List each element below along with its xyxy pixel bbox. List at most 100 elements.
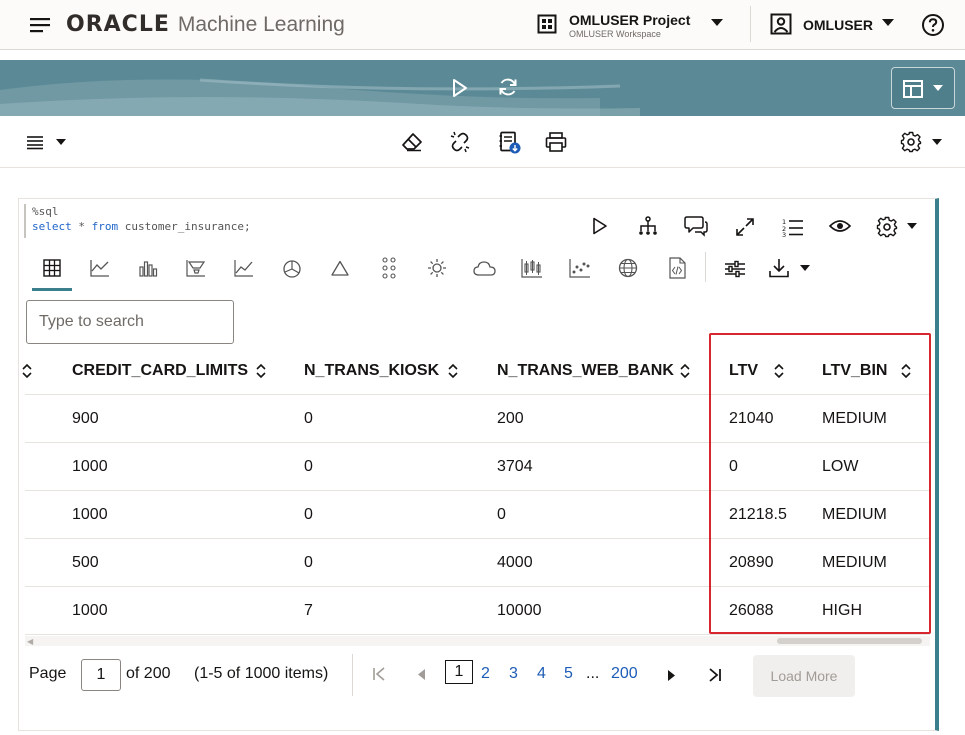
toolbar-divider — [705, 252, 706, 282]
chevron-down-icon[interactable] — [56, 139, 66, 146]
pie-chart-icon[interactable] — [282, 258, 302, 278]
current-page[interactable]: 1 — [445, 660, 473, 684]
table-cell: 0 — [304, 458, 313, 475]
table-cell: 0 — [497, 506, 506, 523]
table-cell: 7 — [304, 602, 313, 619]
list-menu-icon[interactable] — [26, 134, 44, 150]
table-cell: 10000 — [497, 602, 542, 619]
next-page-icon[interactable] — [667, 670, 675, 681]
workspace-name: OMLUSER Workspace — [569, 29, 661, 39]
sunburst-chart-icon[interactable] — [427, 258, 447, 278]
chevron-down-icon — [711, 19, 723, 27]
page-link[interactable]: 2 — [481, 665, 490, 683]
page-link[interactable]: 3 — [509, 665, 518, 683]
settings-sliders-icon[interactable] — [724, 260, 746, 278]
table-cell: 1000 — [72, 602, 108, 619]
run-all-icon[interactable] — [451, 78, 469, 98]
chevron-down-icon[interactable] — [907, 223, 917, 230]
code-star: * — [71, 220, 92, 233]
settings-gear-icon[interactable] — [900, 131, 922, 153]
pager-divider — [352, 654, 353, 696]
search-input[interactable] — [26, 300, 234, 344]
oracle-logo-text: ORACLE — [66, 12, 170, 37]
previous-page-icon[interactable] — [418, 669, 426, 680]
table-cell: 900 — [72, 410, 99, 427]
funnel-chart-icon[interactable] — [186, 259, 206, 277]
page-number-input[interactable] — [81, 659, 121, 691]
column-header-n-trans-kiosk[interactable]: N_TRANS_KIOSK — [304, 347, 439, 395]
custom-code-icon[interactable] — [668, 257, 686, 279]
boxplot-chart-icon[interactable] — [521, 258, 543, 278]
page-label: Page — [29, 665, 67, 682]
svg-text:3: 3 — [782, 231, 786, 237]
page-link[interactable]: 4 — [537, 665, 546, 683]
unlink-icon[interactable] — [449, 131, 471, 153]
sort-icon[interactable] — [679, 363, 691, 379]
line-numbers-icon[interactable]: 123 — [782, 217, 804, 237]
scrollbar-thumb[interactable] — [777, 638, 922, 644]
project-name: OMLUSER Project — [569, 12, 691, 28]
chevron-down-icon — [933, 85, 943, 92]
table-cell: 1000 — [72, 458, 108, 475]
sort-icon[interactable] — [447, 363, 459, 379]
area-chart-icon[interactable] — [234, 259, 254, 277]
table-view-icon[interactable] — [43, 259, 61, 277]
pyramid-chart-icon[interactable] — [331, 260, 349, 276]
table-cell: 500 — [72, 554, 99, 571]
pagination: Page of 200 (1-5 of 1000 items) 1 2 3 4 … — [19, 648, 936, 708]
visibility-eye-icon[interactable] — [829, 219, 851, 233]
table-cell: 200 — [497, 410, 524, 427]
code-line-1: %sql — [32, 205, 59, 218]
scatter-chart-icon[interactable] — [569, 258, 591, 278]
brand-logo[interactable]: ORACLE Machine Learning — [66, 12, 345, 37]
load-more-button[interactable]: Load More — [753, 655, 855, 697]
expand-icon[interactable] — [735, 217, 755, 237]
export-notebook-icon[interactable] — [498, 131, 522, 155]
header-divider — [750, 6, 751, 42]
scroll-left-arrow-icon[interactable]: ◀ — [27, 637, 33, 646]
horizontal-scrollbar[interactable]: ◀ — [25, 636, 930, 646]
table-cell: 0 — [304, 554, 313, 571]
line-chart-icon[interactable] — [90, 259, 110, 277]
table-cell: 0 — [304, 506, 313, 523]
last-page-icon[interactable] — [708, 667, 722, 683]
sort-icon[interactable] — [255, 363, 267, 379]
first-page-icon[interactable] — [372, 666, 386, 682]
comments-icon[interactable] — [684, 215, 708, 237]
page-link[interactable]: 5 — [564, 665, 573, 683]
chevron-down-icon[interactable] — [932, 139, 942, 146]
column-header-credit-card-limits[interactable]: CREDIT_CARD_LIMITS — [72, 347, 248, 395]
last-page-link[interactable]: 200 — [611, 665, 638, 683]
page-ellipsis: ... — [586, 665, 600, 682]
banner-wave-decoration — [0, 78, 640, 116]
dependency-tree-icon[interactable] — [638, 216, 658, 236]
cloud-chart-icon[interactable] — [473, 259, 497, 277]
globe-map-icon[interactable] — [618, 258, 638, 278]
notebook-toolbar — [0, 118, 965, 168]
ltv-columns-highlight — [709, 333, 931, 634]
table-cell: 4000 — [497, 554, 533, 571]
active-view-indicator — [32, 288, 72, 291]
user-name: OMLUSER — [803, 17, 873, 33]
project-grid-icon — [537, 14, 557, 34]
hamburger-menu-icon[interactable] — [28, 14, 52, 36]
download-icon[interactable] — [768, 258, 790, 278]
refresh-icon[interactable] — [497, 76, 519, 98]
column-header-n-trans-web-bank[interactable]: N_TRANS_WEB_BANK — [497, 347, 674, 395]
scatter-dots-icon[interactable] — [380, 257, 398, 279]
product-name: Machine Learning — [177, 13, 345, 36]
paragraph-settings-icon[interactable] — [876, 216, 898, 238]
table-cell: 0 — [304, 410, 313, 427]
code-table-name: customer_insurance; — [118, 220, 251, 233]
code-editor[interactable]: %sql select * from customer_insurance; — [24, 204, 324, 238]
code-keyword-select: select — [32, 220, 72, 233]
run-paragraph-icon[interactable] — [592, 217, 608, 235]
project-selector[interactable]: OMLUSER Project OMLUSER Workspace — [537, 10, 737, 42]
eraser-icon[interactable] — [401, 132, 423, 152]
layout-toggle-button[interactable] — [891, 67, 955, 109]
help-icon[interactable] — [921, 13, 945, 37]
bar-chart-icon[interactable] — [138, 259, 158, 277]
sort-icon[interactable] — [21, 363, 33, 379]
chevron-down-icon[interactable] — [800, 265, 810, 272]
print-icon[interactable] — [545, 132, 567, 152]
